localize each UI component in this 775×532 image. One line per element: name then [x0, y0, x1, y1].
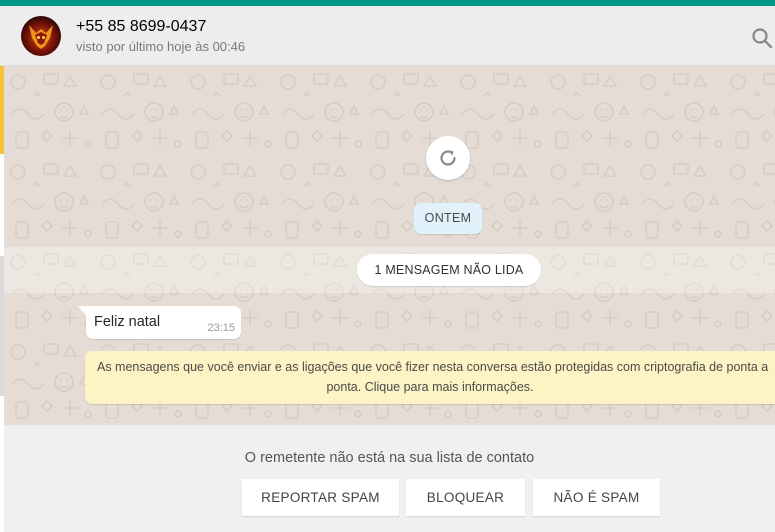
unknown-contact-panel: O remetente não está na sua lista de con…: [4, 425, 775, 532]
not-in-contacts-text: O remetente não está na sua lista de con…: [244, 450, 535, 466]
incoming-message[interactable]: Feliz natal 23:15: [86, 306, 241, 339]
report-spam-button[interactable]: REPORTAR SPAM: [242, 479, 399, 516]
chat-area: ONTEM 1 MENSAGEM NÃO LIDA Feliz natal 23…: [4, 66, 775, 425]
refresh-button[interactable]: [426, 136, 470, 180]
not-spam-button[interactable]: NÃO É SPAM: [533, 479, 660, 516]
chat-header[interactable]: +55 85 8699-0437 visto por último hoje à…: [0, 6, 775, 66]
search-icon[interactable]: [751, 27, 773, 49]
avatar[interactable]: [21, 16, 61, 56]
contact-name[interactable]: +55 85 8699-0437: [76, 18, 206, 36]
message-time: 23:15: [207, 322, 235, 334]
date-separator: ONTEM: [414, 203, 482, 234]
last-seen-status: visto por último hoje às 00:46: [76, 39, 246, 54]
message-text: Feliz natal: [94, 314, 161, 330]
block-button[interactable]: BLOQUEAR: [406, 479, 525, 516]
encryption-notice[interactable]: As mensagens que você enviar e as ligaçõ…: [85, 351, 775, 404]
unread-messages-label: 1 MENSAGEM NÃO LIDA: [357, 254, 541, 286]
encryption-notice-line2: ponta. Clique para mais informações.: [326, 380, 534, 394]
avatar-emblem-icon: [29, 25, 53, 49]
refresh-icon: [440, 150, 456, 166]
encryption-notice-line1: As mensagens que você enviar e as ligaçõ…: [97, 360, 769, 374]
